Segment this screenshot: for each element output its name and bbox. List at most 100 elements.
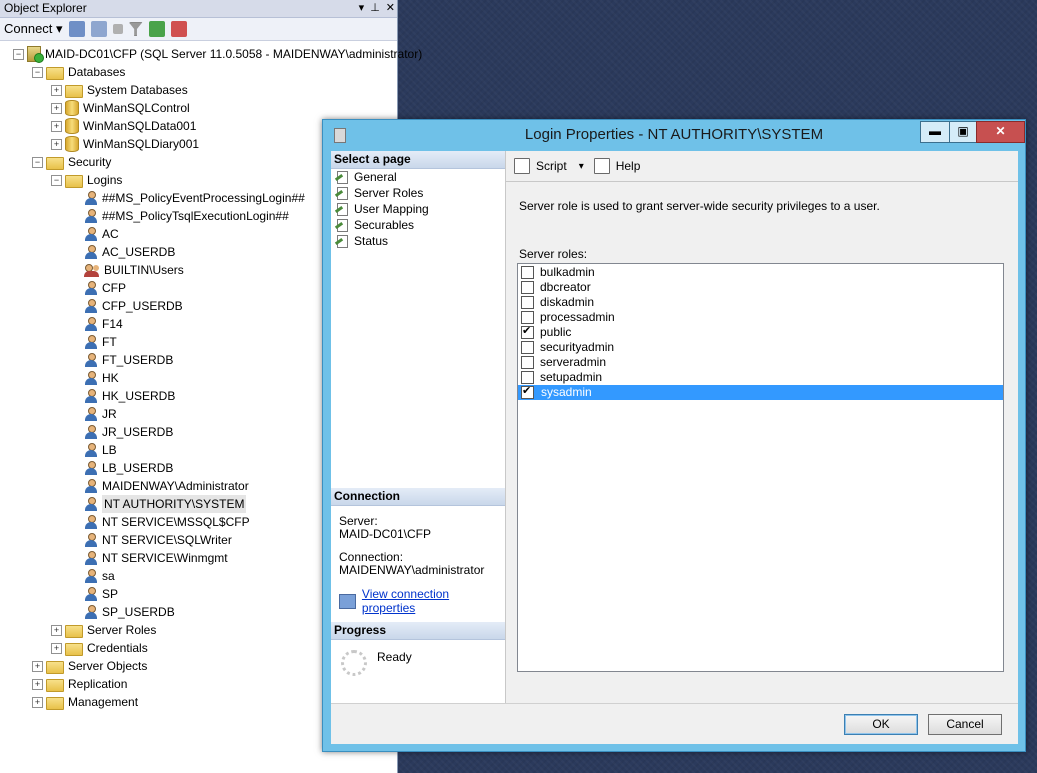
tree-node[interactable]: − Logins	[51, 171, 122, 189]
server-role-checkbox[interactable]	[521, 311, 534, 324]
server-role-item[interactable]: setupadmin	[518, 370, 1003, 385]
server-role-item[interactable]: public	[518, 324, 1003, 340]
help-button[interactable]: Help	[616, 159, 641, 173]
tree-node[interactable]: + System Databases	[51, 81, 188, 99]
tree-node[interactable]: − Databases	[32, 63, 125, 81]
server-role-item[interactable]: securityadmin	[518, 340, 1003, 355]
tree-node[interactable]: SP_USERDB	[84, 603, 175, 621]
tree-node[interactable]: JR	[84, 405, 117, 423]
collapse-icon[interactable]: −	[32, 67, 43, 78]
collapse-icon[interactable]: −	[51, 175, 62, 186]
maximize-button[interactable]: ▣	[949, 121, 977, 143]
page-item[interactable]: User Mapping	[331, 201, 505, 217]
expand-icon[interactable]: +	[51, 625, 62, 636]
tree-node[interactable]: MAIDENWAY\Administrator	[84, 477, 249, 495]
expand-icon[interactable]: +	[51, 643, 62, 654]
tree-node[interactable]: − Security	[32, 153, 111, 171]
stop-icon[interactable]	[112, 24, 123, 34]
tree-node[interactable]: + WinManSQLData001	[51, 117, 196, 135]
tree-node[interactable]: + Server Objects	[32, 657, 147, 675]
tree-node[interactable]: + Credentials	[51, 639, 148, 657]
pin-icon[interactable]: ⊥	[370, 0, 380, 17]
server-role-checkbox[interactable]	[521, 266, 534, 279]
tree-node[interactable]: JR_USERDB	[84, 423, 173, 441]
expand-icon[interactable]: +	[51, 121, 62, 132]
tree-node[interactable]: FT_USERDB	[84, 351, 173, 369]
tree-node[interactable]: + Server Roles	[51, 621, 156, 639]
login-properties-dialog: Login Properties - NT AUTHORITY\SYSTEM ▬…	[322, 119, 1026, 752]
filter-icon[interactable]	[128, 22, 143, 36]
page-wrench-icon	[335, 203, 349, 216]
expand-icon[interactable]: +	[51, 103, 62, 114]
tree-node[interactable]: ##MS_PolicyTsqlExecutionLogin##	[84, 207, 289, 225]
server-role-checkbox[interactable]	[521, 384, 534, 399]
server-role-item[interactable]: diskadmin	[518, 295, 1003, 310]
disconnect-icon[interactable]	[90, 21, 107, 37]
server-role-checkbox[interactable]	[521, 371, 534, 384]
user-icon	[84, 443, 98, 457]
expand-icon[interactable]: +	[32, 679, 43, 690]
page-wrench-icon	[335, 187, 349, 200]
server-role-checkbox[interactable]	[521, 324, 534, 339]
cancel-button[interactable]: Cancel	[928, 714, 1002, 735]
tree-node[interactable]: sa	[84, 567, 115, 585]
tree-node[interactable]: HK	[84, 369, 119, 387]
server-role-item[interactable]: bulkadmin	[518, 265, 1003, 280]
tree-node[interactable]: CFP	[84, 279, 126, 297]
server-roles-list[interactable]: bulkadmindbcreatordiskadminprocessadminp…	[517, 263, 1004, 672]
connect-button[interactable]: Connect ▾	[4, 19, 63, 39]
server-role-checkbox[interactable]	[521, 341, 534, 354]
tree-node[interactable]: FT	[84, 333, 117, 351]
tree-node[interactable]: F14	[84, 315, 123, 333]
tree-node[interactable]: − MAID-DC01\CFP (SQL Server 11.0.5058 - M…	[13, 45, 422, 63]
help-icon	[593, 158, 610, 174]
page-item[interactable]: Server Roles	[331, 185, 505, 201]
page-item[interactable]: Securables	[331, 217, 505, 233]
tree-node[interactable]: LB	[84, 441, 117, 459]
server-role-item[interactable]: sysadmin	[518, 384, 1003, 400]
server-role-item[interactable]: dbcreator	[518, 280, 1003, 295]
page-item[interactable]: Status	[331, 233, 505, 249]
collapse-icon[interactable]: −	[32, 157, 43, 168]
server-role-checkbox[interactable]	[521, 296, 534, 309]
view-connection-properties-link[interactable]: View connection properties	[362, 587, 505, 615]
expand-icon[interactable]: +	[51, 139, 62, 150]
ok-button[interactable]: OK	[844, 714, 918, 735]
server-role-label: serveradmin	[540, 355, 607, 369]
refresh-icon[interactable]	[148, 21, 165, 37]
expand-icon[interactable]: +	[51, 85, 62, 96]
tree-node[interactable]: CFP_USERDB	[84, 297, 183, 315]
collapse-icon[interactable]: −	[13, 49, 24, 60]
expand-icon[interactable]: +	[32, 697, 43, 708]
server-role-item[interactable]: serveradmin	[518, 355, 1003, 370]
minimize-button[interactable]: ▬	[920, 121, 950, 143]
tree-node[interactable]: NT AUTHORITY\SYSTEM	[84, 495, 247, 513]
server-role-checkbox[interactable]	[521, 356, 534, 369]
close-button[interactable]: ✕	[976, 121, 1025, 143]
tree-node[interactable]: + Replication	[32, 675, 127, 693]
tree-node[interactable]: AC	[84, 225, 119, 243]
window-position-icon[interactable]: ▾	[359, 0, 365, 17]
tree-node[interactable]: + WinManSQLDiary001	[51, 135, 199, 153]
tree-node[interactable]: + WinManSQLControl	[51, 99, 190, 117]
tree-node[interactable]: + Management	[32, 693, 138, 711]
tree-node[interactable]: NT SERVICE\Winmgmt	[84, 549, 228, 567]
tree-node[interactable]: SP	[84, 585, 118, 603]
expand-icon[interactable]: +	[32, 661, 43, 672]
tree-node[interactable]: BUILTIN\Users	[84, 261, 184, 279]
tree-node[interactable]: LB_USERDB	[84, 459, 173, 477]
connect-object-explorer-icon[interactable]	[68, 21, 85, 37]
page-item[interactable]: General	[331, 169, 505, 185]
tree-node[interactable]: AC_USERDB	[84, 243, 175, 261]
server-role-item[interactable]: processadmin	[518, 310, 1003, 325]
tree-node[interactable]: NT SERVICE\MSSQL$CFP	[84, 513, 250, 531]
tree-node[interactable]: NT SERVICE\SQLWriter	[84, 531, 232, 549]
tree-node[interactable]: HK_USERDB	[84, 387, 175, 405]
server-role-checkbox[interactable]	[521, 281, 534, 294]
tree-node[interactable]: ##MS_PolicyEventProcessingLogin##	[84, 189, 305, 207]
dialog-titlebar[interactable]: Login Properties - NT AUTHORITY\SYSTEM ▬…	[323, 120, 1025, 150]
script-dropdown-icon[interactable]: ▾	[579, 161, 584, 172]
close-icon[interactable]: ✕	[386, 0, 395, 17]
script-button[interactable]: Script	[536, 159, 567, 173]
activity-monitor-icon[interactable]	[170, 21, 187, 37]
